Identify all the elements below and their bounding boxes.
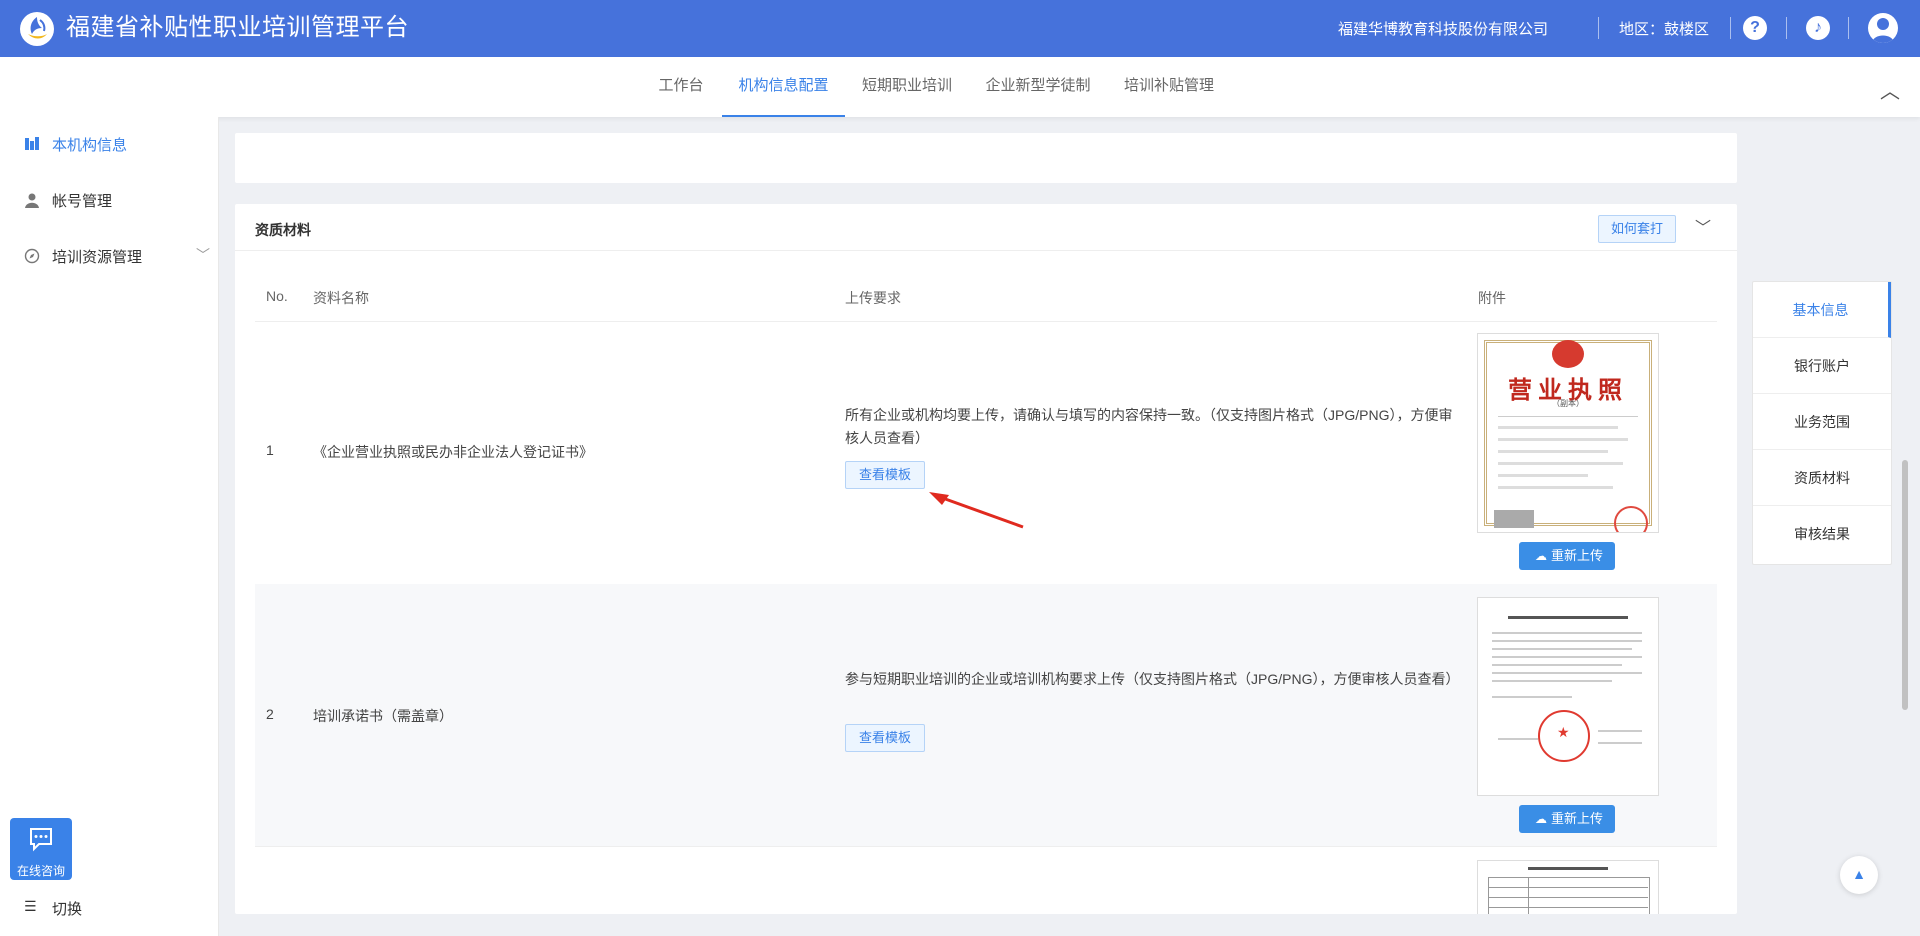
main-nav: 工作台 机构信息配置 短期职业培训 企业新型学徒制 培训补贴管理 ︿ bbox=[0, 57, 1920, 117]
anchor-business-scope[interactable]: 业务范围 bbox=[1753, 394, 1891, 450]
tab-org-config[interactable]: 机构信息配置 bbox=[722, 57, 845, 117]
sidebar-item-label: 本机构信息 bbox=[52, 137, 128, 154]
user-icon bbox=[25, 193, 39, 208]
emblem-icon bbox=[1552, 340, 1584, 368]
back-to-top-icon[interactable]: ▲ bbox=[1840, 856, 1878, 894]
header-divider bbox=[1786, 17, 1787, 39]
region-selector[interactable]: 地区：鼓楼区 bbox=[1619, 18, 1709, 39]
header-divider bbox=[1730, 17, 1731, 39]
row-no: 2 bbox=[266, 706, 274, 722]
collapse-section-icon[interactable]: ﹀ bbox=[1695, 214, 1711, 238]
sidebar-item-label: 培训资源管理 bbox=[52, 249, 143, 266]
info-card-bottom bbox=[235, 133, 1737, 183]
business-license-thumbnail[interactable]: 营业执照 （副本） bbox=[1477, 333, 1659, 533]
tab-workbench[interactable]: 工作台 bbox=[655, 57, 707, 117]
online-consult-button[interactable]: 在线咨询 bbox=[10, 818, 72, 880]
section-title: 资质材料 bbox=[255, 222, 311, 238]
header-divider bbox=[1598, 17, 1599, 39]
qualification-card: 资质材料 如何套打 ﹀ No. 资料名称 上传要求 附件 1 《企业营业执照或民… bbox=[235, 204, 1737, 914]
how-to-print-button[interactable]: 如何套打 bbox=[1598, 215, 1676, 243]
consult-label: 在线咨询 bbox=[16, 864, 65, 878]
col-requirement: 上传要求 bbox=[845, 290, 901, 306]
anchor-nav: 基本信息 银行账户 业务范围 资质材料 审核结果 bbox=[1752, 281, 1892, 565]
switch-label: 切换 bbox=[52, 901, 83, 918]
license-subtitle: （副本） bbox=[1552, 399, 1584, 408]
divider bbox=[255, 846, 1717, 847]
sidebar-item-org-info[interactable]: 本机构信息 bbox=[0, 117, 218, 173]
reupload-label: 重新上传 bbox=[1551, 548, 1604, 563]
building-icon bbox=[25, 137, 39, 150]
col-attachment: 附件 bbox=[1478, 290, 1506, 306]
sidebar-item-label: 帐号管理 bbox=[52, 193, 113, 210]
red-seal-icon: ★ bbox=[1538, 710, 1590, 762]
app-title: 福建省补贴性职业培训管理平台 bbox=[66, 14, 409, 41]
red-arrow-annotation bbox=[929, 492, 1024, 529]
view-template-button[interactable]: 查看模板 bbox=[845, 461, 925, 489]
top-header: 福建省补贴性职业培训管理平台 福建华博教育科技股份有限公司 地区：鼓楼区 ? ♪ bbox=[0, 0, 1920, 57]
sidebar: 本机构信息 帐号管理 培训资源管理 ﹀ bbox=[0, 117, 219, 936]
switch-icon: ☰ bbox=[24, 898, 37, 914]
anchor-bank-account[interactable]: 银行账户 bbox=[1753, 338, 1891, 394]
scrollbar-thumb[interactable] bbox=[1902, 460, 1908, 710]
reupload-button[interactable]: ☁ 重新上传 bbox=[1519, 805, 1615, 833]
sidebar-item-accounts[interactable]: 帐号管理 bbox=[0, 173, 218, 229]
divider bbox=[235, 250, 1737, 251]
sidebar-item-resources[interactable]: 培训资源管理 ﹀ bbox=[0, 229, 218, 285]
compass-icon bbox=[24, 248, 40, 264]
help-icon[interactable]: ? bbox=[1743, 16, 1767, 40]
row-name: 培训承诺书（需盖章） bbox=[313, 708, 453, 724]
tab-short-training[interactable]: 短期职业培训 bbox=[860, 57, 954, 117]
cloud-upload-icon: ☁ bbox=[1535, 549, 1547, 563]
tab-apprenticeship[interactable]: 企业新型学徒制 bbox=[985, 57, 1091, 117]
chevron-down-icon: ﹀ bbox=[196, 247, 210, 263]
tiktok-icon[interactable]: ♪ bbox=[1806, 16, 1830, 40]
row-no: 1 bbox=[266, 442, 274, 458]
col-no: No. bbox=[266, 288, 288, 304]
cloud-upload-icon: ☁ bbox=[1535, 812, 1547, 826]
reupload-label: 重新上传 bbox=[1551, 811, 1604, 826]
header-divider bbox=[1848, 17, 1849, 39]
chat-icon bbox=[30, 828, 52, 852]
view-template-button[interactable]: 查看模板 bbox=[845, 724, 925, 752]
row-name: 《企业营业执照或民办非企业法人登记证书》 bbox=[313, 444, 593, 460]
row-requirement: 参与短期职业培训的企业或培训机构要求上传（仅支持图片格式（JPG/PNG），方便… bbox=[845, 671, 1460, 687]
row-requirement: 所有企业或机构均要上传，请确认与填写的内容保持一致。（仅支持图片格式（JPG/P… bbox=[845, 407, 1453, 446]
divider bbox=[255, 321, 1717, 322]
reupload-button[interactable]: ☁ 重新上传 bbox=[1519, 542, 1615, 570]
logo-icon bbox=[20, 12, 54, 46]
company-name[interactable]: 福建华博教育科技股份有限公司 bbox=[1338, 18, 1548, 39]
attachment-thumbnail[interactable] bbox=[1477, 860, 1659, 914]
collapse-nav-icon[interactable]: ︿ bbox=[1880, 75, 1900, 104]
anchor-basic-info[interactable]: 基本信息 bbox=[1753, 282, 1891, 338]
commitment-letter-thumbnail[interactable]: ★ bbox=[1477, 597, 1659, 796]
tab-subsidy[interactable]: 培训补贴管理 bbox=[1122, 57, 1216, 117]
col-name: 资料名称 bbox=[313, 290, 369, 306]
anchor-review-result[interactable]: 审核结果 bbox=[1753, 506, 1891, 562]
user-avatar-icon[interactable] bbox=[1868, 13, 1898, 43]
anchor-qualification[interactable]: 资质材料 bbox=[1753, 450, 1891, 506]
